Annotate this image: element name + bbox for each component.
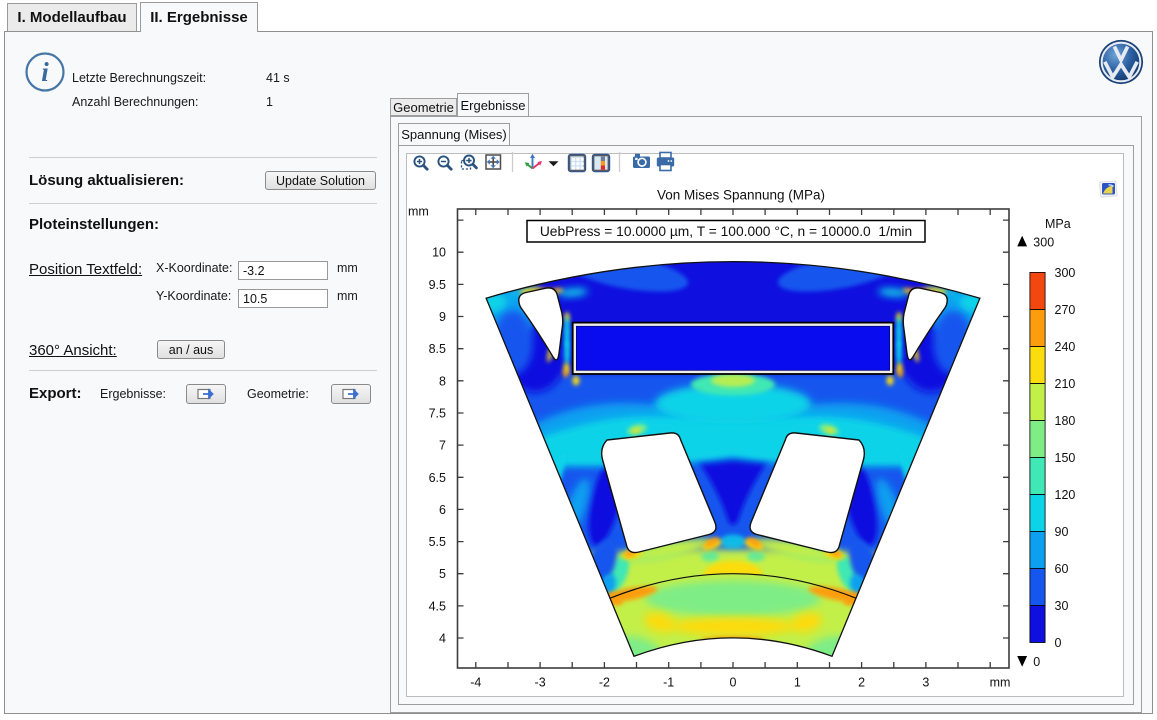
svg-text:8.5: 8.5 [429,342,446,356]
svg-text:240: 240 [1055,339,1076,353]
svg-text:3: 3 [922,675,929,689]
svg-text:270: 270 [1055,302,1076,316]
svg-text:-4: -4 [470,675,481,689]
svg-text:-2: -2 [599,675,610,689]
svg-text:2: 2 [858,675,865,689]
svg-text:6: 6 [439,502,446,516]
svg-text:5.5: 5.5 [429,535,446,549]
svg-text:9.5: 9.5 [429,277,446,291]
svg-text:i: i [41,57,49,87]
svg-text:mm: mm [990,675,1011,689]
svg-text:300: 300 [1033,235,1054,249]
svg-text:10: 10 [432,245,446,259]
svg-text:150: 150 [1055,450,1076,464]
svg-text:mm: mm [408,204,429,218]
svg-text:180: 180 [1055,413,1076,427]
svg-text:120: 120 [1055,488,1076,502]
svg-text:0: 0 [1055,636,1062,650]
svg-text:4: 4 [439,631,446,645]
svg-text:5: 5 [439,567,446,581]
svg-text:-1: -1 [663,675,674,689]
svg-text:7.5: 7.5 [429,406,446,420]
svg-text:MPa: MPa [1045,217,1071,231]
svg-text:1: 1 [794,675,801,689]
svg-text:4.5: 4.5 [429,599,446,613]
svg-text:8: 8 [439,374,446,388]
svg-text:0: 0 [730,675,737,689]
svg-text:9: 9 [439,310,446,324]
svg-text:90: 90 [1055,525,1069,539]
svg-text:300: 300 [1055,265,1076,279]
svg-text:210: 210 [1055,376,1076,390]
svg-text:6.5: 6.5 [429,470,446,484]
svg-text:0: 0 [1033,655,1040,669]
svg-text:60: 60 [1055,562,1069,576]
svg-text:UebPress = 10.0000 µm, T = 100: UebPress = 10.0000 µm, T = 100.000 °C, n… [540,224,912,239]
svg-text:7: 7 [439,438,446,452]
svg-text:-3: -3 [535,675,546,689]
svg-text:30: 30 [1055,599,1069,613]
svg-text:Von Mises Spannung (MPa): Von Mises Spannung (MPa) [657,187,825,202]
